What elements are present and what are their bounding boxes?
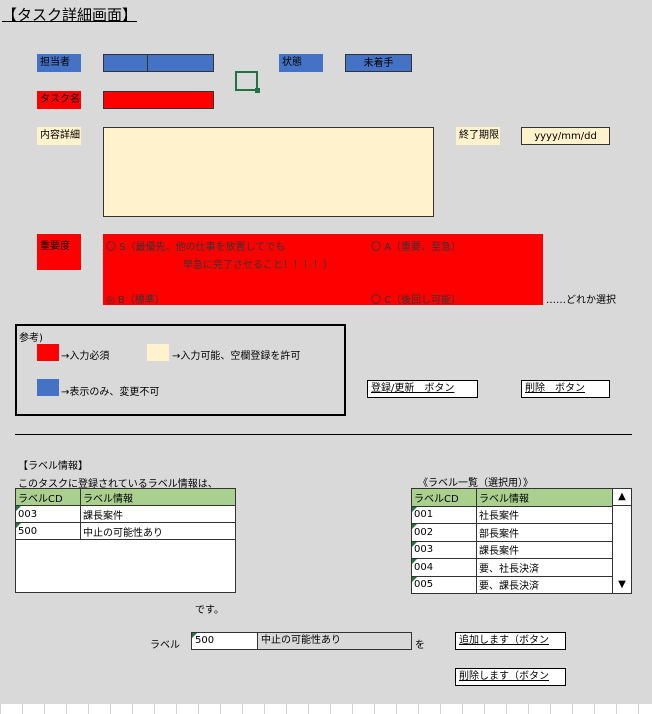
list-cd-cell[interactable]: 001 (411, 505, 477, 524)
priority-option-a[interactable]: 〇 A（重要、至急） (371, 238, 461, 253)
add-label-button[interactable]: 追加します（ボタン (455, 632, 566, 650)
table-row[interactable]: 003 課長案件 (15, 505, 236, 523)
label-entry-particle: を (415, 640, 425, 651)
assignee-name-field (147, 54, 214, 72)
priority-label: 重要度 (37, 234, 81, 270)
due-date-input[interactable]: yyyy/mm/dd (521, 127, 610, 145)
detail-label: 内容詳細 (37, 127, 81, 145)
legend-optional-text: →入力可能、空欄登録を許可 (172, 351, 301, 362)
label-info-display: 中止の可能性あり (257, 632, 412, 650)
priority-option-s[interactable]: 〇 S（最優先、他の仕事を放置してでも (106, 238, 285, 253)
list-item[interactable]: 002 部長案件 (411, 523, 632, 542)
status-value: 未着手 (345, 54, 412, 72)
list-info-cell[interactable]: 社長案件 (476, 505, 613, 524)
table-row[interactable]: 500 中止の可能性あり (15, 522, 236, 540)
col-header-info: ラベル情報 (476, 488, 613, 507)
delete-button[interactable]: 削除 ボタン (521, 380, 610, 398)
page-title: 【タスク詳細画面】 (2, 6, 138, 24)
due-label: 終了期限 (456, 127, 500, 145)
list-item[interactable]: 003 課長案件 (411, 540, 632, 559)
list-info-cell[interactable]: 部長案件 (476, 523, 613, 542)
labels-suffix: です。 (195, 605, 224, 616)
scrollbar[interactable]: ▲ ▼ (612, 488, 632, 594)
list-info-cell[interactable]: 要、社長決済 (476, 558, 613, 577)
status-label: 状態 (279, 54, 323, 72)
selected-cell[interactable] (235, 71, 260, 93)
remove-label-button[interactable]: 削除します（ボタン (455, 668, 566, 686)
legend-optional-swatch (147, 344, 169, 361)
list-item[interactable]: 004 要、社長決済 (411, 558, 632, 577)
legend-title: 参考) (19, 333, 43, 344)
empty-area (15, 539, 236, 593)
list-cd-cell[interactable]: 002 (411, 523, 477, 542)
list-info-cell[interactable]: 要、課長決済 (476, 575, 613, 594)
legend-required-text: →入力必須 (61, 351, 110, 362)
list-item[interactable]: 001 社長案件 (411, 505, 632, 524)
detail-textarea[interactable] (103, 127, 434, 217)
legend-required-swatch (37, 344, 59, 361)
taskname-input[interactable] (103, 91, 214, 109)
col-header-cd: ラベルCD (15, 488, 81, 506)
list-cd-cell[interactable]: 003 (411, 540, 477, 559)
scroll-down-icon[interactable]: ▼ (613, 577, 631, 593)
label-info-cell[interactable]: 中止の可能性あり (80, 522, 236, 540)
list-cd-cell[interactable]: 004 (411, 558, 477, 577)
priority-option-b[interactable]: ◎ B（標準） (106, 291, 165, 306)
scroll-up-icon[interactable]: ▲ (613, 489, 631, 506)
list-info-cell[interactable]: 課長案件 (476, 540, 613, 559)
list-item[interactable]: 005 要、課長決済 (411, 575, 632, 594)
label-list-heading: 《ラベル一覧（選択用）》 (418, 478, 533, 489)
sheet-grid-strip (0, 704, 652, 714)
label-info-cell[interactable]: 課長案件 (80, 505, 236, 523)
col-header-info: ラベル情報 (80, 488, 236, 506)
col-header-cd: ラベルCD (411, 488, 477, 507)
legend-box: 参考) →入力必須 →入力可能、空欄登録を許可 →表示のみ、変更不可 (15, 324, 346, 416)
label-cd-cell[interactable]: 003 (15, 505, 81, 523)
assigned-labels-table: ラベルCD ラベル情報 003 課長案件 500 中止の可能性あり (15, 488, 236, 593)
label-list-table: ラベルCD ラベル情報 ▲ ▼ 001 社長案件 002 部長案件 003 課長… (411, 488, 632, 594)
assignee-code-field (103, 54, 148, 72)
priority-hint: ……どれか選択 (546, 295, 616, 306)
legend-readonly-swatch (37, 379, 59, 396)
priority-option-s-cont: 早急に完了させること！！！！） (183, 260, 333, 271)
assignee-label: 担当者 (37, 54, 81, 72)
priority-option-c[interactable]: 〇 C（後回し可能） (371, 291, 461, 306)
labels-heading: 【ラベル情報】 (18, 461, 88, 472)
legend-readonly-text: →表示のみ、変更不可 (61, 387, 160, 398)
register-button[interactable]: 登録/更新 ボタン (367, 380, 478, 398)
label-cd-input[interactable]: 500 (191, 632, 258, 650)
label-cd-cell[interactable]: 500 (15, 522, 81, 540)
taskname-label: タスク名 (37, 91, 81, 109)
label-entry-label: ラベル (150, 640, 180, 651)
list-cd-cell[interactable]: 005 (411, 575, 477, 594)
fill-handle-icon[interactable] (255, 88, 260, 93)
divider (15, 434, 632, 435)
priority-area: 〇 S（最優先、他の仕事を放置してでも 早急に完了させること！！！！） 〇 A（… (103, 234, 543, 306)
